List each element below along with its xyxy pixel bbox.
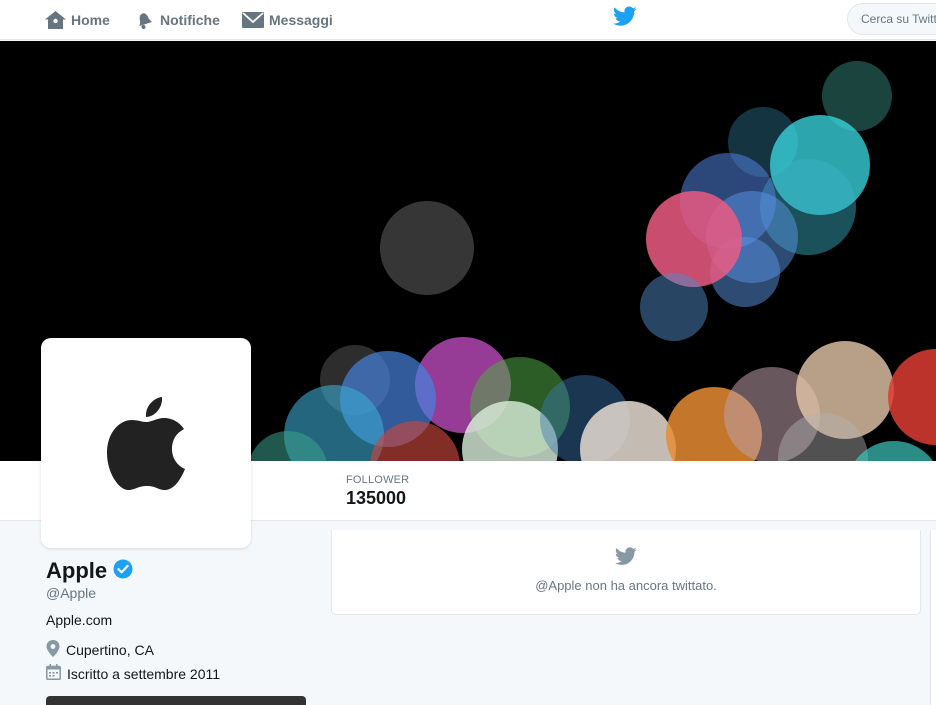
profile-action-button[interactable] [46, 696, 306, 705]
followers-count: 135000 [346, 488, 407, 508]
apple-logo-icon [105, 391, 187, 496]
search-input[interactable] [847, 3, 936, 35]
bokeh-light [380, 201, 474, 295]
bokeh-light [646, 191, 742, 287]
followers-label: FOLLOWER [346, 474, 410, 486]
profile-location: Cupertino, CA [46, 640, 154, 660]
bokeh-light [888, 349, 936, 445]
twitter-bird-icon [615, 547, 637, 571]
profile-name-row: Apple [46, 558, 133, 584]
bokeh-light [640, 273, 708, 341]
timeline-empty-state: @Apple non ha ancora twittato. [331, 530, 921, 615]
empty-timeline-message: @Apple non ha ancora twittato. [535, 578, 717, 593]
calendar-icon [46, 664, 61, 683]
nav-notifications-label: Notifiche [160, 12, 220, 28]
bell-icon [136, 11, 155, 30]
top-navigation-bar: Home Notifiche Messaggi [0, 0, 936, 40]
profile-avatar[interactable] [41, 338, 251, 548]
profile-website-link[interactable]: Apple.com [46, 612, 112, 628]
nav-messages-label: Messaggi [269, 12, 333, 28]
twitter-bird-icon[interactable] [613, 6, 637, 32]
right-sidebar-edge [930, 530, 936, 705]
profile-handle[interactable]: @Apple [46, 585, 96, 601]
nav-messages[interactable]: Messaggi [242, 0, 333, 40]
profile-join-date: Iscritto a settembre 2011 [46, 664, 220, 683]
nav-notifications[interactable]: Notifiche [136, 0, 220, 40]
join-date-text: Iscritto a settembre 2011 [67, 665, 221, 682]
envelope-icon [242, 11, 264, 29]
profile-name[interactable]: Apple [46, 558, 107, 584]
nav-home[interactable]: Home [45, 0, 110, 40]
location-text: Cupertino, CA [66, 642, 154, 658]
location-pin-icon [46, 640, 60, 660]
home-icon [45, 11, 66, 29]
verified-badge-icon [113, 559, 133, 584]
nav-home-label: Home [71, 12, 110, 28]
followers-stat[interactable]: FOLLOWER 135000 [346, 474, 409, 509]
